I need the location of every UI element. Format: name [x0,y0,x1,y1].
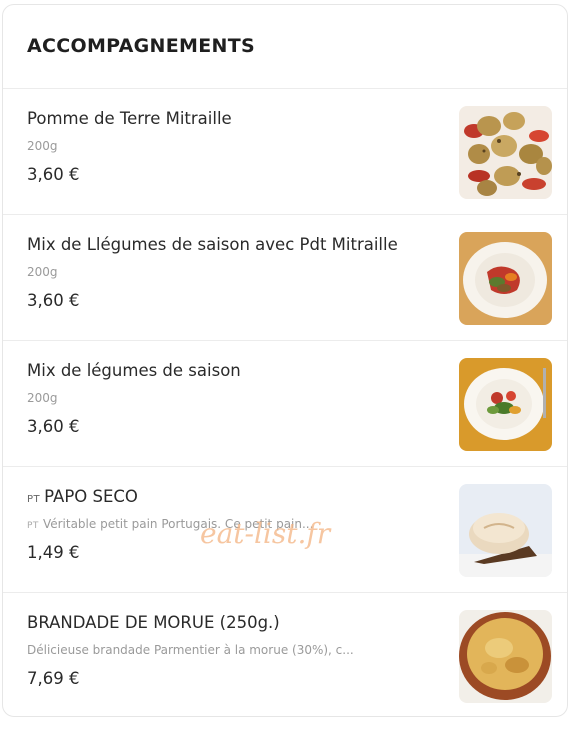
watermark-text: eat-list.fr [200,517,331,550]
item-price: 1,49 € [27,543,80,562]
menu-item[interactable]: Mix de Llégumes de saison avec Pdt Mitra… [3,214,567,340]
item-price: 7,69 € [27,669,80,688]
menu-item[interactable]: BRANDADE DE MORUE (250g.) Délicieuse bra… [3,592,567,718]
item-description: Délicieuse brandade Parmentier à la moru… [27,643,354,657]
item-price: 3,60 € [27,417,80,436]
item-name: PT PAPO SECO [27,487,138,506]
vegetables-plate-photo[interactable] [459,358,552,451]
item-price: 3,60 € [27,165,80,184]
item-price: 3,60 € [27,291,80,310]
potatoes-photo[interactable] [459,106,552,199]
menu-section-card: ACCOMPAGNEMENTS Pomme de Terre Mitraille… [2,4,568,717]
pt-flag-icon: PT [27,494,41,505]
brandade-dish-photo[interactable] [459,610,552,703]
bread-roll-photo[interactable] [459,484,552,577]
item-name: BRANDADE DE MORUE (250g.) [27,613,280,632]
item-name: Mix de légumes de saison [27,361,241,380]
item-name: Mix de Llégumes de saison avec Pdt Mitra… [27,235,398,254]
menu-item[interactable]: Mix de légumes de saison 200g 3,60 € [3,340,567,466]
section-title: ACCOMPAGNEMENTS [27,35,255,57]
pt-flag-icon: PT [27,521,39,531]
item-description: 200g [27,265,58,279]
item-description: 200g [27,391,58,405]
menu-item[interactable]: Pomme de Terre Mitraille 200g 3,60 € [3,88,567,214]
vegetables-potatoes-plate-photo[interactable] [459,232,552,325]
item-description: 200g [27,139,58,153]
item-name-text: PAPO SECO [44,487,138,506]
item-name: Pomme de Terre Mitraille [27,109,232,128]
